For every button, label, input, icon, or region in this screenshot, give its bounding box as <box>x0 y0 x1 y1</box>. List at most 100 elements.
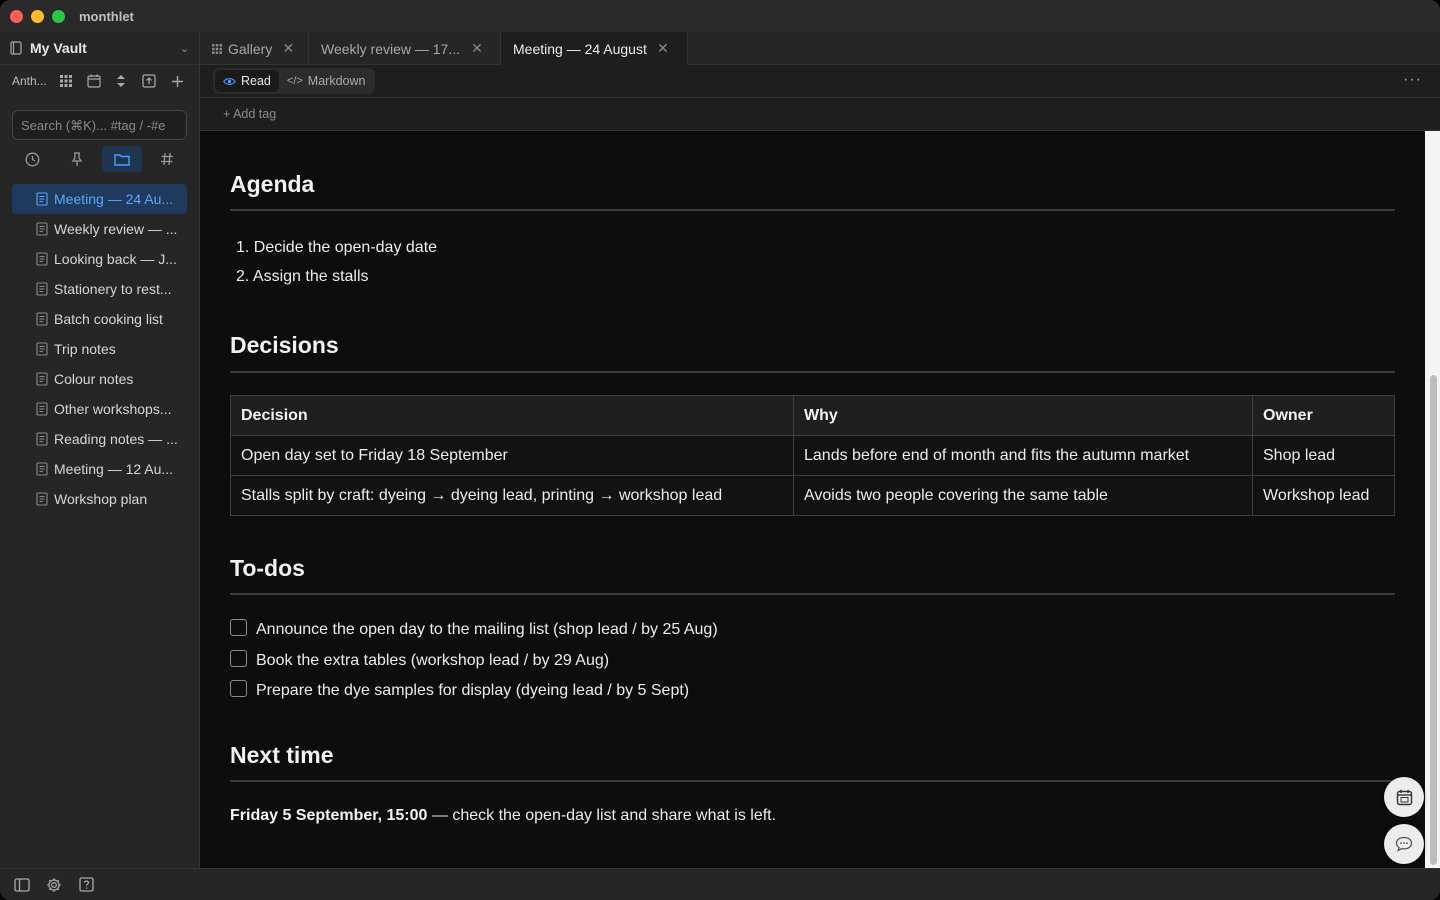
file-item[interactable]: Trip notes <box>12 334 187 364</box>
close-icon[interactable]: ✕ <box>471 40 483 57</box>
file-item[interactable]: Meeting — 12 Au... <box>12 454 187 484</box>
column-header: Decision <box>230 395 794 436</box>
close-window-button[interactable] <box>10 9 23 23</box>
vault-icon <box>10 41 22 55</box>
file-item[interactable]: Workshop plan <box>12 484 187 514</box>
app-title: monthlet <box>79 8 134 24</box>
chevron-down-icon: ⌄ <box>179 42 189 55</box>
add-tag-button[interactable]: + Add tag <box>223 107 276 121</box>
file-item[interactable]: Reading notes — ... <box>12 424 187 454</box>
new-note-plus-icon[interactable] <box>163 69 191 93</box>
help-icon[interactable] <box>76 875 96 895</box>
chat-bubble-icon <box>1395 836 1413 852</box>
document-icon <box>36 222 48 236</box>
sidebar-toolbar-label[interactable]: Anth... <box>12 74 52 88</box>
file-item-label: Colour notes <box>54 371 134 387</box>
file-item[interactable]: Stationery to rest... <box>12 274 187 304</box>
view-mode-bar: Read </> Markdown ··· <box>200 65 1440 98</box>
document-icon <box>36 282 48 296</box>
sidebar-toolbar: Anth... <box>0 65 199 97</box>
table-cell: Lands before end of month and fits the a… <box>793 435 1253 476</box>
markdown-mode-button[interactable]: </> Markdown <box>279 70 374 92</box>
window-controls <box>10 9 65 23</box>
document-icon <box>36 402 48 416</box>
todo-text: Announce the open day to the mailing lis… <box>256 621 718 638</box>
document-icon <box>36 252 48 266</box>
grid-view-icon[interactable] <box>52 69 80 93</box>
search-input[interactable] <box>12 110 187 140</box>
file-item[interactable]: Weekly review — ... <box>12 214 187 244</box>
pinned-pin-icon[interactable] <box>57 146 97 172</box>
agenda-item: 2. Assign the stalls <box>236 268 369 285</box>
zoom-window-button[interactable] <box>52 9 65 23</box>
folder-icon[interactable] <box>102 146 142 172</box>
file-item-label: Meeting — 12 Au... <box>54 461 174 477</box>
heading-divider <box>230 593 1395 595</box>
table-cell: Stalls split by craft: dyeing → dyeing l… <box>230 475 794 516</box>
table-row: Stalls split by craft: dyeing → dyeing l… <box>230 475 1395 516</box>
heading-divider <box>230 371 1395 373</box>
chat-floating-button[interactable] <box>1384 824 1424 864</box>
todo-text: Prepare the dye samples for display (dye… <box>256 682 690 699</box>
document-icon <box>36 312 48 326</box>
calendar-floating-button[interactable] <box>1384 777 1424 817</box>
todo-text: Book the extra tables (workshop lead / b… <box>256 652 610 669</box>
table-row: Open day set to Friday 18 September Land… <box>230 435 1395 476</box>
document-icon <box>36 372 48 386</box>
sort-icon[interactable] <box>107 69 135 93</box>
tag-bar: + Add tag <box>200 98 1440 131</box>
file-item[interactable]: Meeting — 24 Au... <box>12 184 187 214</box>
read-mode-button[interactable]: Read <box>215 70 279 92</box>
import-icon[interactable] <box>135 69 163 93</box>
tab-weekly-review[interactable]: Weekly review — 17... ✕ <box>309 32 501 65</box>
recent-clock-icon[interactable] <box>12 146 52 172</box>
file-list: Meeting — 24 Au... Weekly review — ... L… <box>12 184 187 514</box>
app-window: monthlet My Vault ⌄ Anth... Search (⌘K).… <box>0 0 1440 900</box>
eye-icon <box>223 77 236 85</box>
code-icon: </> <box>286 75 303 87</box>
grid-icon <box>212 41 222 57</box>
file-item[interactable]: Batch cooking list <box>12 304 187 334</box>
todo-checkbox[interactable] <box>230 679 247 697</box>
todo-checkbox[interactable] <box>230 618 247 636</box>
heading-todos: To-dos <box>230 555 305 581</box>
table-cell: Workshop lead <box>1252 475 1395 516</box>
file-item[interactable]: Other workshops... <box>12 394 187 424</box>
settings-gear-icon[interactable] <box>44 875 64 895</box>
tags-hash-icon[interactable] <box>147 146 187 172</box>
sidebar-view-tabs <box>12 146 187 172</box>
file-item[interactable]: Looking back — J... <box>12 244 187 274</box>
view-mode-toggle: Read </> Markdown <box>213 68 376 94</box>
todo-checkbox[interactable] <box>230 649 247 667</box>
heading-divider <box>230 780 1395 782</box>
calendar-icon[interactable] <box>80 69 108 93</box>
document-icon <box>36 462 48 476</box>
heading-agenda: Agenda <box>230 171 315 197</box>
close-icon[interactable]: ✕ <box>282 40 294 57</box>
read-mode-label: Read <box>241 74 271 88</box>
scrollbar-thumb[interactable] <box>1430 375 1437 865</box>
next-time-date: Friday 5 September, 15:00 <box>230 807 428 824</box>
close-icon[interactable]: ✕ <box>657 40 669 57</box>
more-options-icon[interactable]: ··· <box>1403 71 1422 89</box>
next-time-text: — check the open-day list and share what… <box>427 807 777 824</box>
toggle-sidebar-icon[interactable] <box>12 875 32 895</box>
decisions-table: Decision Why Owner Open day set to Frida… <box>230 395 1395 516</box>
vault-switcher[interactable]: My Vault ⌄ <box>0 32 199 65</box>
tab-gallery[interactable]: Gallery ✕ <box>200 32 309 65</box>
heading-next-time: Next time <box>230 742 334 768</box>
document-icon <box>36 342 48 356</box>
file-item-label: Workshop plan <box>54 491 148 507</box>
table-cell: Open day set to Friday 18 September <box>230 435 794 476</box>
markdown-mode-label: Markdown <box>307 74 366 88</box>
document-icon <box>36 432 48 446</box>
sidebar: My Vault ⌄ Anth... Search (⌘K)... #tag /… <box>0 32 200 868</box>
minimize-window-button[interactable] <box>31 9 44 23</box>
file-item-label: Reading notes — ... <box>54 431 178 447</box>
todo-item: Announce the open day to the mailing lis… <box>230 618 718 639</box>
document-icon <box>36 492 48 506</box>
vault-name: My Vault <box>30 40 87 56</box>
tab-meeting-24-august[interactable]: Meeting — 24 August ✕ <box>501 32 688 65</box>
file-item[interactable]: Colour notes <box>12 364 187 394</box>
tab-label: Meeting — 24 August <box>513 40 647 57</box>
